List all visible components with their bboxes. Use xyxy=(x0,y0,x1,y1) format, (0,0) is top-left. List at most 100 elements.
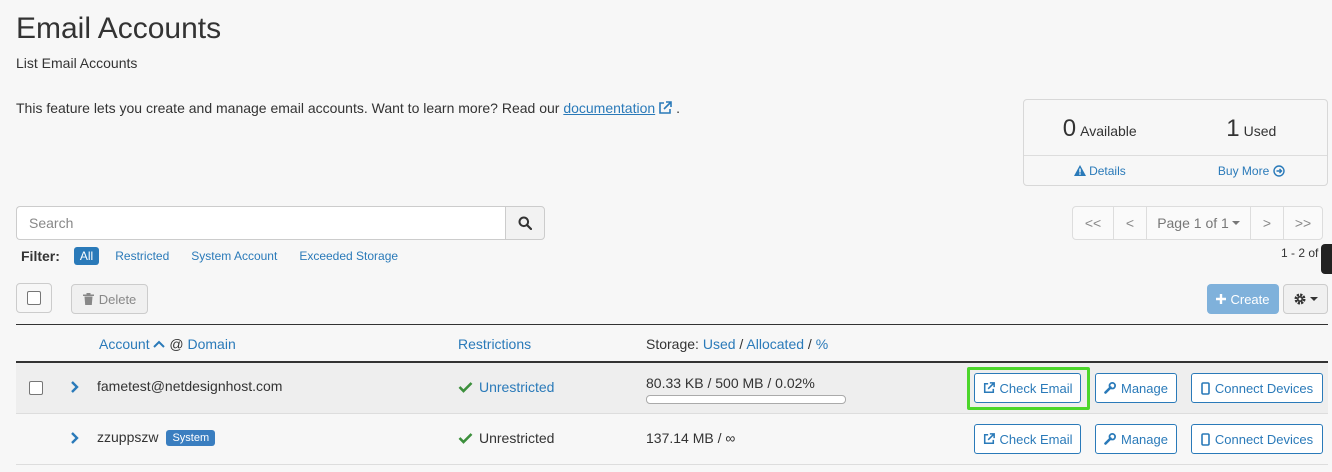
chevron-right-icon xyxy=(71,432,79,444)
buy-more-link[interactable]: Buy More xyxy=(1176,164,1328,178)
stats-panel: 0 Available 1 Used Details Buy More xyxy=(1023,99,1328,186)
wrench-icon xyxy=(1104,382,1116,394)
used-count: 1 xyxy=(1226,115,1240,142)
external-link-icon[interactable] xyxy=(658,101,672,118)
delete-label: Delete xyxy=(98,291,137,307)
mobile-icon xyxy=(1201,432,1210,446)
mobile-icon xyxy=(1201,381,1210,395)
filter-system-account[interactable]: System Account xyxy=(185,247,283,265)
account-domain-header: Account @ Domain xyxy=(99,336,236,352)
storage-cell: 80.33 KB / 500 MB / 0.02% xyxy=(646,375,846,404)
account-name: fametest@netdesignhost.com xyxy=(97,378,283,394)
page-title: Email Accounts xyxy=(16,12,222,45)
trash-icon xyxy=(82,293,94,305)
available-stat: 0 Available xyxy=(1024,100,1176,155)
check-email-label: Check Email xyxy=(999,431,1073,447)
restrictions-header[interactable]: Restrictions xyxy=(458,336,531,352)
account-sort-link[interactable]: Account xyxy=(99,336,150,352)
expand-row-button[interactable] xyxy=(70,431,79,448)
select-all-checkbox-wrap[interactable] xyxy=(16,283,52,313)
domain-sort-link[interactable]: Domain xyxy=(187,336,235,352)
external-link-icon xyxy=(983,433,995,445)
expand-row-button[interactable] xyxy=(70,380,79,397)
restriction-link[interactable]: Unrestricted xyxy=(479,379,554,395)
delete-button[interactable]: Delete xyxy=(71,284,148,314)
search-input[interactable] xyxy=(16,206,505,240)
search-button[interactable] xyxy=(505,206,545,240)
at-symbol: @ xyxy=(169,336,184,352)
allocated-sort-link[interactable]: Allocated xyxy=(746,336,804,352)
caret-down-icon xyxy=(1310,297,1318,301)
settings-dropdown-button[interactable] xyxy=(1283,284,1328,314)
next-page-button[interactable]: > xyxy=(1250,206,1284,240)
sort-up-icon[interactable] xyxy=(153,340,166,348)
manage-button[interactable]: Manage xyxy=(1095,373,1177,403)
storage-separator: / xyxy=(807,336,812,352)
row-checkbox[interactable] xyxy=(29,381,43,395)
storage-usage-bar xyxy=(646,395,846,404)
page-subtitle: List Email Accounts xyxy=(16,55,138,71)
results-count: 1 - 2 of xyxy=(1281,246,1319,260)
connect-devices-button[interactable]: Connect Devices xyxy=(1191,424,1323,454)
table-row: fametest@netdesignhost.com Unrestricted … xyxy=(16,363,1328,414)
filter-restricted[interactable]: Restricted xyxy=(109,247,175,265)
intro-sentence: This feature lets you create and manage … xyxy=(16,100,560,116)
create-label: Create xyxy=(1230,291,1270,307)
last-page-button[interactable]: >> xyxy=(1283,206,1323,240)
details-link[interactable]: Details xyxy=(1024,164,1176,178)
connect-devices-label: Connect Devices xyxy=(1214,380,1314,396)
documentation-link[interactable]: documentation xyxy=(563,100,655,116)
percent-sort-link[interactable]: % xyxy=(816,336,828,352)
check-icon xyxy=(458,382,473,393)
check-email-highlight xyxy=(967,367,1090,410)
intro-text: This feature lets you create and manage … xyxy=(16,100,680,118)
account-name: zzuppszw xyxy=(97,429,159,445)
check-email-button[interactable]: Check Email xyxy=(974,424,1081,454)
storage-header: Storage: Used / Allocated / % xyxy=(646,336,828,352)
page-select[interactable]: Page 1 of 1 xyxy=(1146,206,1251,240)
restriction-status: Unrestricted xyxy=(458,379,554,395)
first-page-button[interactable]: << xyxy=(1072,206,1114,240)
details-label: Details xyxy=(1089,164,1126,178)
storage-label: Storage: xyxy=(646,336,699,352)
check-icon xyxy=(458,433,473,444)
restriction-text: Unrestricted xyxy=(479,430,555,446)
used-stat: 1 Used xyxy=(1176,100,1328,155)
email-accounts-table: Account @ Domain Restrictions Storage: U… xyxy=(16,324,1328,465)
used-sort-link[interactable]: Used xyxy=(703,336,736,352)
available-label: Available xyxy=(1080,123,1137,139)
filter-exceeded-storage[interactable]: Exceeded Storage xyxy=(293,247,404,265)
filter-all[interactable]: All xyxy=(73,247,100,265)
chevron-right-icon xyxy=(71,381,79,393)
table-header: Account @ Domain Restrictions Storage: U… xyxy=(16,324,1328,363)
storage-value: 80.33 KB / 500 MB / 0.02% xyxy=(646,375,815,391)
account-name-cell: zzuppszw System xyxy=(97,429,216,446)
system-badge: System xyxy=(166,430,216,446)
used-label: Used xyxy=(1243,123,1277,139)
manage-label: Manage xyxy=(1121,431,1168,447)
side-panel-tab[interactable] xyxy=(1321,244,1332,274)
storage-value: 137.14 MB / ∞ xyxy=(646,430,736,446)
table-row: zzuppszw System Unrestricted 137.14 MB / … xyxy=(16,414,1328,465)
select-all-checkbox[interactable] xyxy=(27,291,41,305)
arrow-circle-right-icon xyxy=(1272,165,1285,177)
wrench-icon xyxy=(1104,433,1116,445)
page-select-label: Page 1 of 1 xyxy=(1157,215,1229,231)
restriction-status: Unrestricted xyxy=(458,430,554,446)
buy-more-label: Buy More xyxy=(1217,164,1270,178)
available-count: 0 xyxy=(1062,115,1077,142)
connect-devices-label: Connect Devices xyxy=(1214,431,1314,447)
filter-bar: Filter: All Restricted System Account Ex… xyxy=(21,247,414,265)
pagination: << < Page 1 of 1 > >> xyxy=(1072,206,1323,240)
search-bar xyxy=(16,206,545,240)
warning-icon xyxy=(1073,165,1086,176)
plus-icon xyxy=(1216,294,1227,304)
search-icon xyxy=(518,216,532,230)
storage-separator: / xyxy=(739,336,744,352)
filter-label: Filter: xyxy=(21,248,60,264)
manage-label: Manage xyxy=(1121,380,1168,396)
connect-devices-button[interactable]: Connect Devices xyxy=(1191,373,1323,403)
create-button[interactable]: Create xyxy=(1207,284,1279,314)
manage-button[interactable]: Manage xyxy=(1095,424,1177,454)
prev-page-button[interactable]: < xyxy=(1113,206,1147,240)
